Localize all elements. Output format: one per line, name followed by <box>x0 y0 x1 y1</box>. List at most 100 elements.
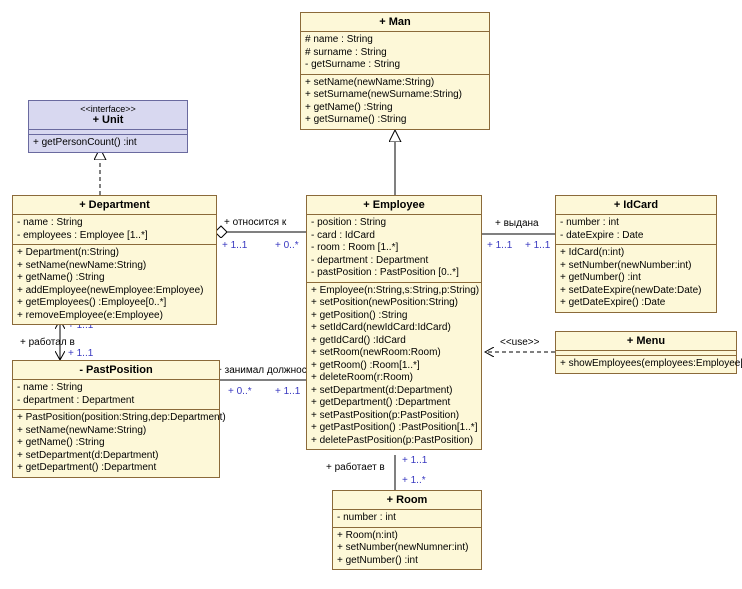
man-ops: + setName(newName:String) + setSurname(n… <box>301 75 489 129</box>
emp-op-8: + setDepartment(d:Department) <box>311 385 477 398</box>
menu-title: + Menu <box>556 332 736 351</box>
menu-op-0: + showEmployees(employees:Employee[0..*]… <box>560 358 732 371</box>
class-room: + Room - number : int + Room(n:int) + se… <box>332 490 482 570</box>
man-op-1: + setSurname(newSurname:String) <box>305 89 485 102</box>
pp-op-4: + getDepartment() :Department <box>17 462 215 475</box>
dep-op-1: + setName(newName:String) <box>17 260 212 273</box>
mult-room: + 1..* <box>402 475 426 486</box>
man-attrs: # name : String # surname : String - get… <box>301 32 489 75</box>
emp-attr-2: - room : Room [1..*] <box>311 242 477 255</box>
emp-op-10: + setPastPosition(p:PastPosition) <box>311 410 477 423</box>
emp-attr-4: - pastPosition : PastPosition [0..*] <box>311 267 477 280</box>
emp-op-5: + setRoom(newRoom:Room) <box>311 347 477 360</box>
emp-op-6: + getRoom() :Room[1..*] <box>311 360 477 373</box>
emp-attr-0: - position : String <box>311 217 477 230</box>
room-op-0: + Room(n:int) <box>337 530 477 543</box>
label-use: <<use>> <box>500 337 539 348</box>
pastposition-attrs: - name : String - department : Departmen… <box>13 380 219 410</box>
class-employee: + Employee - position : String - card : … <box>306 195 482 450</box>
emp-op-2: + getPosition() :String <box>311 310 477 323</box>
class-department: + Department - name : String - employees… <box>12 195 217 325</box>
pastposition-title: - PastPosition <box>13 361 219 380</box>
label-belongs-to: + относится к <box>224 217 286 228</box>
room-op-1: + setNumber(newNumner:int) <box>337 542 477 555</box>
department-title: + Department <box>13 196 216 215</box>
class-idcard: + IdCard - number : int - dateExpire : D… <box>555 195 717 313</box>
idcard-ops: + IdCard(n:int) + setNumber(newNumber:in… <box>556 245 716 312</box>
mult-emp-past: + 1..1 <box>275 386 300 397</box>
room-attrs: - number : int <box>333 510 481 528</box>
emp-op-12: + deletePastPosition(p:PastPosition) <box>311 435 477 448</box>
emp-op-9: + getDepartment() :Department <box>311 397 477 410</box>
dep-op-0: + Department(n:String) <box>17 247 212 260</box>
idc-attr-1: - dateExpire : Date <box>560 230 712 243</box>
emp-op-0: + Employee(n:String,s:String,p:String) <box>311 285 477 298</box>
man-op-0: + setName(newName:String) <box>305 77 485 90</box>
dep-op-2: + getName() :String <box>17 272 212 285</box>
dep-op-5: + removeEmployee(e:Employee) <box>17 310 212 323</box>
pp-op-1: + setName(newName:String) <box>17 425 215 438</box>
emp-op-1: + setPosition(newPosition:String) <box>311 297 477 310</box>
emp-op-4: + getIdCard() :IdCard <box>311 335 477 348</box>
dep-attr-1: - employees : Employee [1..*] <box>17 230 212 243</box>
menu-ops: + showEmployees(employees:Employee[0..*]… <box>556 356 736 373</box>
label-worked-in: + работал в <box>20 337 75 348</box>
mult-worked-past: + 1..1 <box>68 348 93 359</box>
mult-past-side: + 0..* <box>228 386 252 397</box>
class-man: + Man # name : String # surname : String… <box>300 12 490 130</box>
department-attrs: - name : String - employees : Employee [… <box>13 215 216 245</box>
pastposition-ops: + PastPosition(position:String,dep:Depar… <box>13 410 219 477</box>
man-op-2: + getName() :String <box>305 102 485 115</box>
pp-op-3: + setDepartment(d:Department) <box>17 450 215 463</box>
man-attr-2: - getSurname : String <box>305 59 485 72</box>
emp-op-3: + setIdCard(newIdCard:IdCard) <box>311 322 477 335</box>
employee-ops: + Employee(n:String,s:String,p:String) +… <box>307 283 481 450</box>
room-attr-0: - number : int <box>337 512 477 525</box>
mult-idcard: + 1..1 <box>525 240 550 251</box>
mult-emp-room: + 1..1 <box>402 455 427 466</box>
department-ops: + Department(n:String) + setName(newName… <box>13 245 216 324</box>
emp-attr-1: - card : IdCard <box>311 230 477 243</box>
unit-stereotype: <<interface>> <box>33 104 183 114</box>
man-attr-1: # surname : String <box>305 47 485 60</box>
mult-emp-idcard: + 1..1 <box>487 240 512 251</box>
man-attr-0: # name : String <box>305 34 485 47</box>
emp-attr-3: - department : Department <box>311 255 477 268</box>
idc-op-3: + setDateExpire(newDate:Date) <box>560 285 712 298</box>
class-unit-title: <<interface>> + Unit <box>29 101 187 130</box>
mult-emp-side: + 0..* <box>275 240 299 251</box>
unit-ops: + getPersonCount() :int <box>29 135 187 152</box>
room-ops: + Room(n:int) + setNumber(newNumner:int)… <box>333 528 481 570</box>
emp-op-7: + deleteRoom(r:Room) <box>311 372 477 385</box>
class-pastposition: - PastPosition - name : String - departm… <box>12 360 220 478</box>
man-op-3: + getSurname() :String <box>305 114 485 127</box>
label-works-in: + работает в <box>326 462 385 473</box>
pp-attr-0: - name : String <box>17 382 215 395</box>
mult-dep-side: + 1..1 <box>222 240 247 251</box>
class-unit: <<interface>> + Unit + getPersonCount() … <box>28 100 188 153</box>
dep-op-3: + addEmployee(newEmployee:Employee) <box>17 285 212 298</box>
pp-attr-1: - department : Department <box>17 395 215 408</box>
label-held-position: + занимал должность <box>216 365 317 376</box>
idc-op-1: + setNumber(newNumber:int) <box>560 260 712 273</box>
employee-title: + Employee <box>307 196 481 215</box>
dep-attr-0: - name : String <box>17 217 212 230</box>
unit-name: + Unit <box>93 114 124 126</box>
employee-attrs: - position : String - card : IdCard - ro… <box>307 215 481 283</box>
pp-op-2: + getName() :String <box>17 437 215 450</box>
emp-op-11: + getPastPosition() :PastPosition[1..*] <box>311 422 477 435</box>
room-title: + Room <box>333 491 481 510</box>
idc-attr-0: - number : int <box>560 217 712 230</box>
dep-op-4: + getEmployees() :Employee[0..*] <box>17 297 212 310</box>
room-op-2: + getNumber() :int <box>337 555 477 568</box>
class-menu: + Menu + showEmployees(employees:Employe… <box>555 331 737 374</box>
idcard-attrs: - number : int - dateExpire : Date <box>556 215 716 245</box>
idc-op-0: + IdCard(n:int) <box>560 247 712 260</box>
man-title: + Man <box>301 13 489 32</box>
idc-op-4: + getDateExpire() :Date <box>560 297 712 310</box>
idcard-title: + IdCard <box>556 196 716 215</box>
label-issued: + выдана <box>495 218 539 229</box>
pp-op-0: + PastPosition(position:String,dep:Depar… <box>17 412 215 425</box>
idc-op-2: + getNumber() :int <box>560 272 712 285</box>
unit-op-0: + getPersonCount() :int <box>33 137 183 150</box>
